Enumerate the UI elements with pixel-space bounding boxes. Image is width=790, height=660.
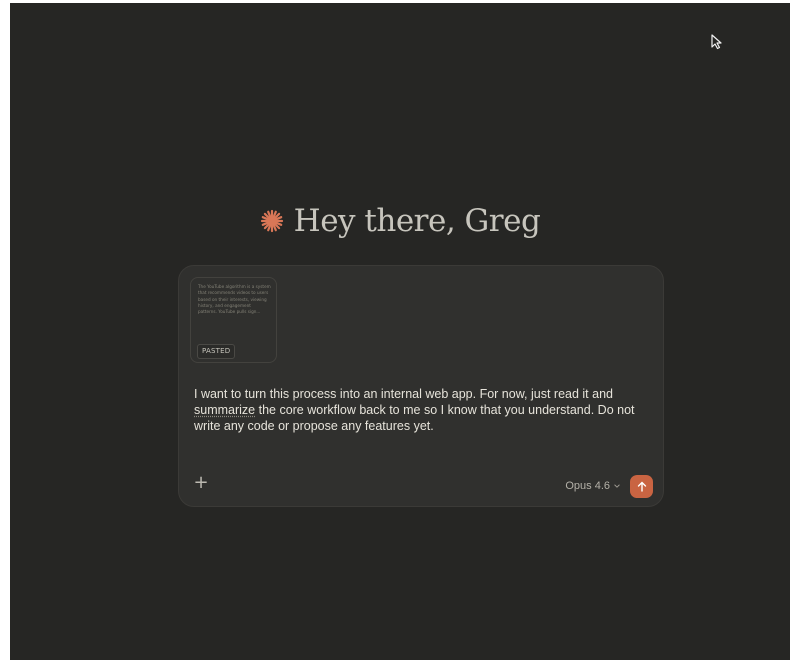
- add-attachment-button[interactable]: +: [193, 472, 209, 493]
- arrow-up-icon: [637, 481, 646, 492]
- prompt-text-part: the core workflow back to me so I know t…: [194, 403, 635, 433]
- pasted-content-preview: The YouTube algorithm is a system that r…: [198, 284, 271, 315]
- spellcheck-underlined-word: summarize: [194, 403, 256, 417]
- greeting-heading: Hey there, Greg: [10, 199, 790, 243]
- model-selector[interactable]: Opus 4.6: [565, 478, 620, 494]
- send-button[interactable]: [630, 475, 653, 498]
- prompt-text-part: I want to turn this process into an inte…: [194, 387, 613, 401]
- chat-window: Hey there, Greg The YouTube algorithm is…: [10, 3, 790, 660]
- claude-spark-icon: [260, 209, 283, 233]
- greeting-text: Hey there, Greg: [293, 203, 541, 239]
- message-input[interactable]: I want to turn this process into an inte…: [194, 386, 644, 434]
- mouse-cursor-icon: [711, 34, 722, 50]
- message-composer: The YouTube algorithm is a system that r…: [178, 265, 664, 507]
- plus-icon: +: [193, 472, 209, 493]
- pasted-badge: PASTED: [197, 344, 236, 359]
- pasted-content-attachment[interactable]: The YouTube algorithm is a system that r…: [190, 277, 277, 363]
- model-name: Opus 4.6: [565, 480, 610, 492]
- chevron-down-icon: [614, 484, 620, 488]
